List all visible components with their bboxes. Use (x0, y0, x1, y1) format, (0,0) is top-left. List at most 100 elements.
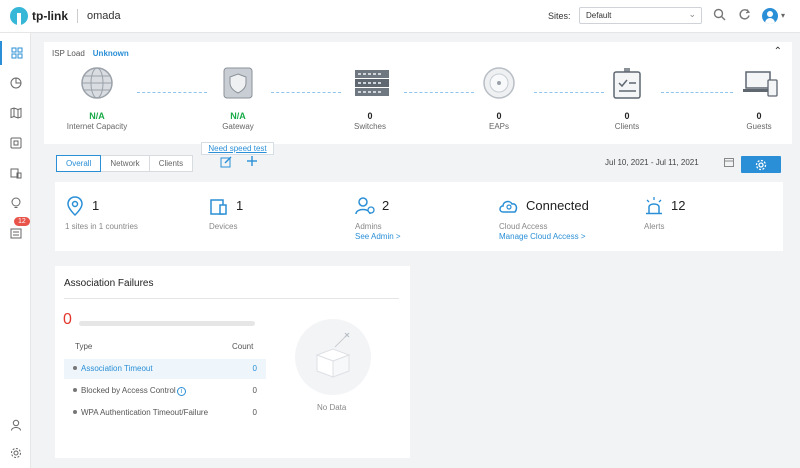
row-bullet (73, 410, 77, 414)
lightbulb-icon (11, 197, 20, 208)
failures-total: 0 (63, 311, 72, 328)
tab-clients[interactable]: Clients (148, 155, 194, 172)
gateway-label: Gateway (222, 122, 254, 131)
eaps-label: EAPs (488, 122, 509, 131)
user-avatar[interactable] (762, 8, 778, 24)
manage-cloud-link[interactable]: Manage Cloud Access > (499, 232, 586, 241)
summary-strip: 1 1 sites in 1 countries 1 Devices 2 Adm… (55, 182, 783, 251)
node-clients[interactable]: 0 Clients (572, 66, 682, 131)
col-type: Type (75, 342, 93, 351)
table-row[interactable]: Blocked by Access Control i 0 (64, 383, 266, 401)
user-menu-chevron-icon[interactable]: ▾ (781, 11, 785, 20)
sidebar-item-account[interactable] (0, 413, 31, 437)
clients-label: Clients (614, 122, 640, 131)
gear-icon (755, 159, 767, 170)
admins-sub: Admins (355, 222, 382, 231)
sidebar-item-devices[interactable] (0, 131, 31, 155)
alerts-count: 12 (671, 198, 686, 213)
product-name: omada (87, 10, 121, 22)
switches-label: Switches (353, 122, 386, 131)
person-icon (10, 419, 21, 431)
row-type: WPA Authentication Timeout/Failure (81, 408, 209, 417)
gear-icon (10, 448, 21, 458)
devices-icon (210, 199, 227, 215)
clients-badge-icon (610, 66, 644, 100)
tab-overall[interactable]: Overall (56, 155, 102, 172)
guests-value: 0 (756, 111, 762, 121)
sidebar-item-statistics[interactable] (0, 71, 31, 95)
no-data-text: No Data (317, 403, 347, 412)
failures-progress-bar (79, 321, 255, 326)
row-type: Blocked by Access Control (81, 386, 176, 395)
row-count: 0 (252, 364, 257, 373)
tab-network[interactable]: Network (100, 155, 150, 172)
card-title: Association Failures (64, 278, 154, 289)
speed-test-link[interactable]: Need speed test (201, 142, 274, 155)
switch-icon (353, 66, 389, 100)
sidebar-item-insight[interactable] (0, 191, 31, 215)
device-icon (10, 137, 21, 149)
laptop-phone-icon (742, 66, 778, 100)
sidebar-item-settings[interactable] (0, 441, 31, 465)
date-range[interactable]: Jul 10, 2021 - Jul 11, 2021 (605, 158, 699, 167)
dashboard-grid-icon (11, 47, 22, 59)
brand-name: tp-link (32, 9, 68, 23)
node-guests[interactable]: 0 Guests (704, 66, 800, 131)
see-admin-link[interactable]: See Admin > (355, 232, 401, 241)
isp-load-label: ISP Load (52, 49, 85, 58)
sidebar-item-dashboard[interactable] (0, 41, 31, 65)
node-internet[interactable]: N/A Internet Capacity (42, 66, 152, 131)
gateway-shield-icon (221, 66, 255, 100)
node-gateway[interactable]: N/A Gateway (183, 66, 293, 131)
node-switches[interactable]: 0 Switches (315, 66, 425, 131)
info-icon[interactable]: i (176, 387, 186, 396)
tplink-logo-icon (10, 7, 28, 25)
sidebar-item-logs[interactable]: 12 (0, 217, 31, 245)
sidebar-item-map[interactable] (0, 101, 31, 125)
brand-logo[interactable]: tp-link omada (10, 7, 121, 25)
calendar-icon[interactable] (724, 157, 734, 169)
card-divider (64, 298, 399, 299)
collapse-chevron-icon[interactable]: ⌃ (774, 46, 782, 57)
col-count: Count (232, 342, 254, 351)
chevron-down-icon: ⌄ (688, 9, 696, 19)
cloud-status: Connected (526, 198, 589, 213)
pie-chart-icon (10, 77, 21, 89)
gateway-value: N/A (230, 111, 246, 121)
row-type-wrap: Blocked by Access Control i (81, 386, 186, 396)
refresh-icon[interactable] (736, 8, 752, 24)
table-row[interactable]: WPA Authentication Timeout/Failure 0 (64, 405, 266, 423)
access-point-icon (482, 66, 516, 100)
sidebar: 12 (0, 33, 31, 468)
sites-sub: 1 sites in 1 countries (65, 222, 138, 231)
clients-value: 0 (624, 111, 630, 121)
widget-settings-button[interactable] (741, 156, 781, 173)
sidebar-item-clients[interactable] (0, 161, 31, 185)
alerts-sub: Alerts (644, 222, 665, 231)
add-icon[interactable] (246, 155, 258, 170)
dashboard-tabs: Overall Network Clients (56, 155, 194, 172)
site-selected-value: Default (586, 11, 612, 20)
site-select[interactable]: Default ⌄ (579, 7, 702, 24)
admins-count: 2 (382, 198, 390, 213)
isp-load: ISP Load Unknown (52, 49, 129, 58)
alerts-badge: 12 (14, 217, 30, 226)
row-bullet (73, 388, 77, 392)
internet-capacity-value: N/A (89, 111, 105, 121)
log-icon (10, 228, 21, 239)
row-type: Association Timeout (81, 364, 153, 373)
sites-count: 1 (92, 198, 100, 213)
node-eaps[interactable]: 0 EAPs (444, 66, 554, 131)
eaps-value: 0 (496, 111, 502, 121)
search-icon[interactable] (711, 8, 727, 24)
edit-icon[interactable] (220, 156, 232, 171)
internet-capacity-label: Internet Capacity (66, 122, 128, 131)
table-row[interactable]: Association Timeout 0 (64, 361, 266, 379)
alarm-light-icon (646, 197, 662, 215)
row-count: 0 (252, 408, 257, 417)
cloud-user-icon (499, 200, 518, 213)
map-icon (10, 107, 21, 119)
logo-divider (77, 9, 78, 23)
empty-box-icon (315, 332, 351, 378)
devices-sub: Devices (209, 222, 238, 231)
